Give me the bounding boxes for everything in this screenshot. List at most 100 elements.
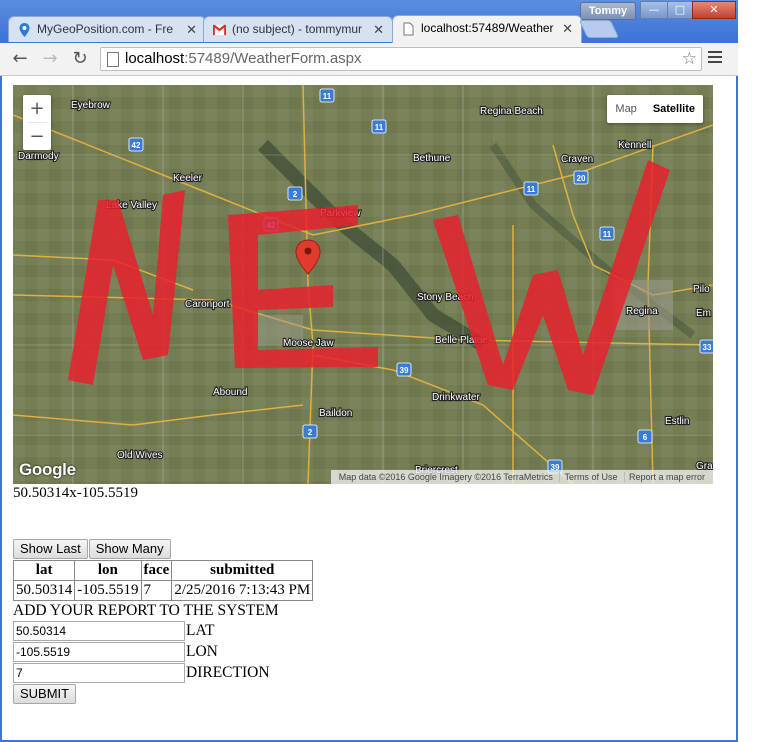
highway-shield-icon: 11 [599, 226, 615, 241]
table-cell: 7 [140, 580, 173, 601]
position-readout: 50.50314x-105.5519 [13, 485, 138, 501]
svg-text:11: 11 [527, 185, 536, 194]
map-place-label: Craven [561, 154, 593, 165]
svg-text:33: 33 [703, 343, 712, 352]
map-place-label: Moose Jaw [283, 338, 334, 349]
gmail-icon [213, 24, 226, 36]
profile-button[interactable]: Tommy [580, 2, 636, 20]
map-place-label: Darmody [18, 151, 59, 162]
direction-label: DIRECTION [186, 664, 270, 681]
maximize-button[interactable]: □ [667, 1, 693, 19]
show-last-button[interactable]: Show Last [13, 539, 88, 559]
highway-shield-icon: 11 [371, 119, 387, 134]
svg-text:11: 11 [323, 92, 332, 101]
svg-text:42: 42 [132, 141, 141, 150]
highway-shield-icon: 42 [128, 137, 144, 152]
menu-icon[interactable] [708, 51, 722, 66]
map-place-label: Old Wives [117, 450, 163, 461]
highway-shield-icon: 33 [699, 339, 713, 354]
tab-title: MyGeoPosition.com - Fre [37, 22, 174, 36]
svg-text:11: 11 [603, 230, 612, 239]
lat-input[interactable] [13, 621, 185, 641]
tab-strip: Tommy — □ ✕ MyGeoPosition.com - Fre ✕ (n… [0, 0, 738, 43]
map-place-label: Em [696, 308, 711, 319]
map-view[interactable]: 11111111424222203939633 EyebrowDarmodyKe… [13, 85, 713, 484]
zoom-control: + − [23, 95, 51, 150]
terms-of-use-link[interactable]: Terms of Use [559, 472, 622, 482]
svg-text:39: 39 [400, 366, 409, 375]
svg-text:11: 11 [375, 123, 384, 132]
reload-icon[interactable]: ↻ [68, 47, 92, 71]
highway-shield-icon: 11 [319, 88, 335, 103]
svg-text:2: 2 [308, 428, 313, 437]
highway-shield-icon: 2 [287, 186, 303, 201]
map-place-label: Pilo [693, 284, 710, 295]
highway-shield-icon: 6 [637, 429, 653, 444]
new-tab-button[interactable] [578, 20, 620, 38]
report-map-error-link[interactable]: Report a map error [623, 472, 709, 482]
address-bar[interactable]: localhost:57489/WeatherForm.aspx ☆ [100, 47, 702, 71]
map-place-label: Estlin [665, 416, 689, 427]
table-cell: 2/25/2016 7:13:43 PM [171, 580, 314, 601]
report-buttons: Show Last Show Many [13, 539, 172, 559]
map-pin-icon [19, 23, 30, 37]
form-heading: ADD YOUR REPORT TO THE SYSTEM [13, 602, 279, 619]
highway-shield-icon: 11 [523, 181, 539, 196]
close-window-button[interactable]: ✕ [692, 1, 736, 19]
browser-toolbar: ← → ↻ localhost:57489/WeatherForm.aspx ☆ [0, 43, 738, 76]
highway-shield-icon: 39 [396, 362, 412, 377]
table-cell: -105.5519 [74, 580, 142, 601]
map-place-label: Keeler [173, 173, 203, 184]
svg-text:6: 6 [643, 433, 648, 442]
close-tab-icon[interactable]: ✕ [562, 21, 573, 37]
close-tab-icon[interactable]: ✕ [373, 22, 384, 38]
map-data-credit: Map data ©2016 Google Imagery ©2016 Terr… [338, 472, 553, 482]
map-place-label: Drinkwater [432, 392, 480, 403]
svg-text:20: 20 [577, 174, 586, 183]
map-place-label: Bethune [413, 153, 451, 164]
map-type-satellite[interactable]: Satellite [645, 95, 703, 123]
submit-button[interactable]: SUBMIT [13, 684, 77, 704]
lon-input[interactable] [13, 642, 185, 662]
map-place-label: Eyebrow [71, 100, 111, 111]
lon-row: LON [13, 642, 218, 662]
column-header: lat [12, 560, 76, 581]
tab-mygeoposition[interactable]: MyGeoPosition.com - Fre ✕ [8, 16, 206, 42]
show-many-button[interactable]: Show Many [88, 539, 171, 559]
map-place-label: Kennell [618, 140, 651, 151]
map-type-map[interactable]: Map [607, 95, 644, 123]
tab-title: (no subject) - tommymur [232, 22, 363, 36]
tab-weather-form[interactable]: localhost:57489/Weather ✕ [392, 15, 582, 43]
lon-label: LON [186, 643, 218, 660]
satellite-imagery: 11111111424222203939633 EyebrowDarmodyKe… [13, 85, 713, 484]
column-header: submitted [171, 560, 314, 581]
page-icon [107, 52, 119, 67]
forward-arrow-icon[interactable]: → [38, 47, 62, 71]
map-place-label: Abound [213, 387, 247, 398]
map-place-label: Caronport [185, 299, 230, 310]
column-header: face [140, 560, 173, 581]
map-attribution: Map data ©2016 Google Imagery ©2016 Terr… [330, 470, 713, 484]
minimize-button[interactable]: — [640, 1, 668, 19]
bookmark-star-icon[interactable]: ☆ [682, 48, 697, 70]
back-arrow-icon[interactable]: ← [8, 47, 32, 71]
page-content: 11111111424222203939633 EyebrowDarmodyKe… [2, 76, 736, 740]
map-place-label: Baildon [319, 408, 352, 419]
table-cell: 50.50314 [12, 580, 76, 601]
close-tab-icon[interactable]: ✕ [186, 22, 197, 38]
browser-window: Tommy — □ ✕ MyGeoPosition.com - Fre ✕ (n… [0, 0, 738, 742]
column-header: lon [74, 560, 142, 581]
zoom-in-button[interactable]: + [23, 95, 51, 122]
map-place-label: Regina Beach [480, 106, 543, 117]
tab-title: localhost:57489/Weather [421, 21, 554, 35]
url-host: localhost [125, 50, 185, 67]
zoom-out-button[interactable]: − [23, 123, 51, 150]
url-path: :57489/WeatherForm.aspx [184, 50, 362, 67]
direction-input[interactable] [13, 663, 185, 683]
tab-gmail[interactable]: (no subject) - tommymur ✕ [203, 16, 393, 42]
highway-shield-icon: 20 [573, 170, 589, 185]
table-header-row: lat lon face submitted [12, 560, 314, 581]
direction-row: DIRECTION [13, 663, 270, 683]
table-row: 50.50314 -105.5519 7 2/25/2016 7:13:43 P… [12, 580, 314, 601]
lat-row: LAT [13, 621, 214, 641]
